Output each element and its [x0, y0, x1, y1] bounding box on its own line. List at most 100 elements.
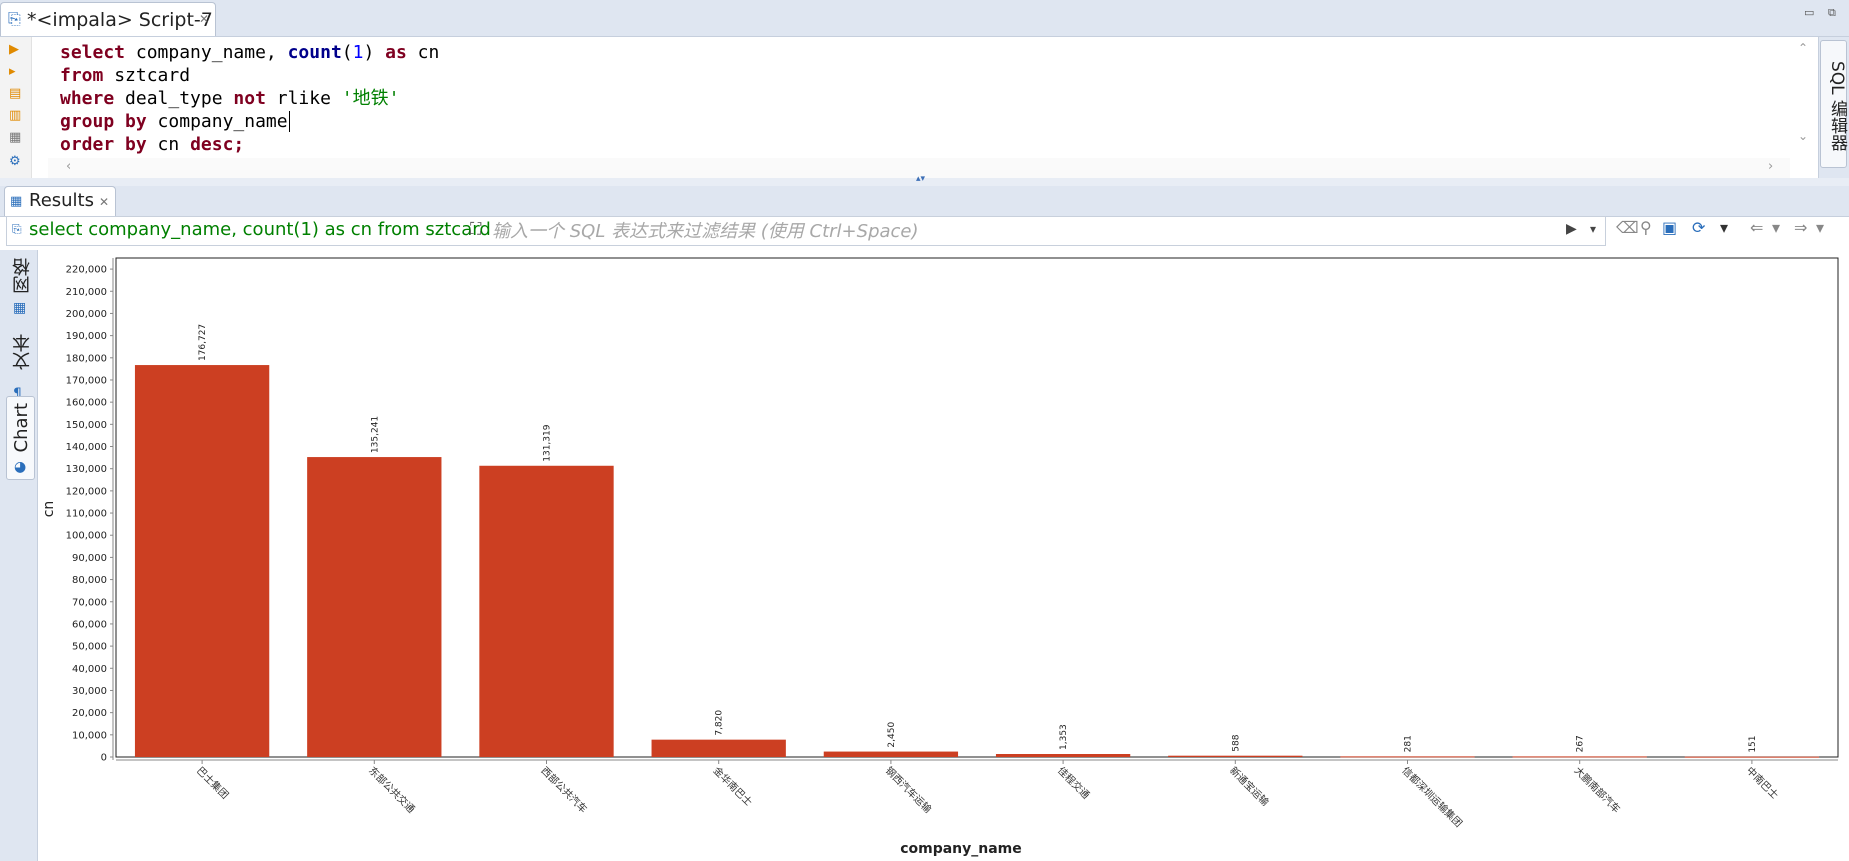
y-tick-label: 100,000 — [66, 531, 107, 542]
bar-value-label: 281 — [1404, 735, 1414, 752]
bar-value-label: 1,353 — [1059, 724, 1069, 750]
back-dropdown-icon[interactable]: ▾ — [1772, 218, 1780, 237]
bar-value-label: 2,450 — [887, 722, 897, 748]
bar-value-label: 7,820 — [715, 710, 725, 736]
y-tick-label: 10,000 — [72, 730, 107, 741]
sql-keyword: select — [60, 42, 126, 63]
back-icon[interactable]: ⇐ — [1750, 218, 1763, 237]
panel-splitter[interactable]: ▴▾ — [0, 174, 1849, 186]
code-line[interactable]: where deal_type not rlike '地铁' — [60, 87, 399, 110]
scroll-right-icon[interactable]: › — [1768, 159, 1773, 174]
clear-filter-icon[interactable]: ⌫ — [1616, 218, 1639, 237]
x-tick-label: 西部公共汽车 — [538, 764, 590, 816]
bar — [651, 739, 786, 757]
y-tick-label: 160,000 — [66, 398, 107, 409]
sql-keyword: from — [60, 65, 104, 86]
refresh-icon[interactable]: ⟳ — [1692, 218, 1705, 237]
x-tick-label: 佳程交通 — [1055, 764, 1092, 801]
apply-filter-icon[interactable]: ▶ — [1566, 221, 1577, 237]
y-tick-label: 20,000 — [72, 708, 107, 719]
scroll-left-icon[interactable]: ‹ — [66, 159, 71, 174]
sql-editor-side-tab[interactable]: SQL 编辑器 — [1820, 40, 1847, 168]
bar — [823, 751, 959, 757]
sql-text: ) — [363, 42, 386, 63]
bar-value-label: 176,727 — [198, 324, 208, 361]
x-tick-label: 巴士集团 — [194, 764, 231, 801]
code-line[interactable]: from sztcard — [60, 64, 190, 87]
sql-keyword: count — [287, 42, 342, 63]
save-filter-icon[interactable]: ▣ — [1662, 218, 1677, 237]
sql-string: '地铁' — [341, 88, 400, 109]
y-tick-label: 220,000 — [66, 265, 107, 276]
sql-text: company_name — [146, 111, 288, 132]
refresh-dropdown-icon[interactable]: ▾ — [1720, 218, 1728, 237]
explain-plan-icon[interactable]: ▦ — [9, 130, 21, 145]
code-line[interactable]: order by cn desc; — [60, 133, 244, 156]
results-tab-strip — [0, 186, 1849, 217]
tab-grid-view[interactable]: 网格 ▦ — [6, 254, 35, 326]
execute-script-new-tab-icon[interactable]: ▥ — [9, 108, 21, 123]
x-tick-label: 信都深圳运输集团 — [1399, 764, 1465, 830]
bar — [479, 465, 614, 757]
splitter-arrows-icon[interactable]: ▴▾ — [916, 174, 925, 184]
bar — [1684, 756, 1820, 758]
y-tick-label: 0 — [101, 753, 107, 764]
code-line[interactable]: group by company_name​ — [60, 110, 290, 133]
settings-gear-icon[interactable]: ⚙ — [9, 154, 21, 169]
restore-icon[interactable]: ⧉ — [1828, 6, 1836, 20]
expand-query-icon[interactable]: ⛶ — [470, 219, 481, 239]
sql-keyword: group — [60, 111, 115, 132]
pie-chart-icon: ◕ — [14, 459, 27, 475]
grid-icon: ▦ — [13, 300, 27, 316]
editor-vertical-scrollbar[interactable]: ⌃ ⌄ — [1790, 37, 1818, 177]
active-query-text[interactable]: select company_name, count(1) as cn from… — [29, 219, 491, 240]
y-tick-label: 150,000 — [66, 420, 107, 431]
bar-value-label: 151 — [1748, 735, 1758, 752]
bar — [1340, 756, 1475, 758]
sql-code-editor[interactable]: select company_name, count(1) as cn from … — [48, 37, 1790, 177]
tab-script-label: *<impala> Script-7 — [27, 9, 213, 31]
forward-dropdown-icon[interactable]: ▾ — [1816, 218, 1824, 237]
execute-script-icon[interactable]: ▤ — [9, 86, 21, 101]
sql-text: cn — [406, 42, 440, 63]
y-tick-label: 180,000 — [66, 353, 107, 364]
sql-text: cn — [146, 134, 191, 155]
bar-value-label: 588 — [1231, 734, 1241, 751]
y-tick-label: 90,000 — [72, 553, 107, 564]
bar — [134, 365, 270, 757]
sql-keyword: where — [60, 88, 115, 109]
minimize-icon[interactable]: ▭ — [1804, 6, 1814, 19]
x-tick-label: 中南巴士 — [1744, 764, 1781, 801]
y-axis-title: cn — [41, 501, 57, 518]
execute-statement-new-tab-icon[interactable]: ▸ — [9, 64, 16, 79]
forward-icon[interactable]: ⇒ — [1794, 218, 1807, 237]
y-tick-label: 170,000 — [66, 375, 107, 386]
script-icon: ⎘ — [8, 9, 21, 28]
filter-settings-icon[interactable]: ⚲ — [1640, 218, 1652, 237]
filter-history-dropdown-icon[interactable]: ▾ — [1590, 222, 1596, 236]
tab-results[interactable]: ▦ Results ✕ — [4, 186, 116, 216]
bar-chart: 0 10,000 20,000 30,000 40,000 50,000 60,000 70,… — [38, 252, 1849, 861]
chart-canvas: 0 10,000 20,000 30,000 40,000 50,000 60,000 70,… — [41, 257, 1839, 857]
tab-script-7[interactable]: ⎘ *<impala> Script-7 ✕ — [0, 2, 216, 36]
sql-keyword: desc; — [190, 134, 245, 155]
bar-value-label: 135,241 — [370, 416, 380, 453]
x-axis-title: company_name — [900, 841, 1022, 857]
code-line[interactable]: select company_name, count(1) as cn — [60, 41, 439, 64]
close-tab-icon[interactable]: ✕ — [199, 12, 209, 26]
sql-text: ( — [341, 42, 353, 63]
editor-toolbar: ▶ ▸ ▤ ▥ ▦ ⚙ — [0, 37, 32, 178]
scroll-down-icon[interactable]: ⌄ — [1798, 129, 1808, 143]
editor-tab-strip — [0, 0, 1849, 37]
sql-number: 1 — [352, 42, 364, 63]
close-results-icon[interactable]: ✕ — [99, 195, 109, 209]
sql-keyword: order — [60, 134, 115, 155]
text-view-label: 文本 — [12, 334, 33, 370]
scroll-up-icon[interactable]: ⌃ — [1798, 41, 1808, 55]
tab-chart-view[interactable]: Chart ◕ — [6, 396, 35, 480]
bar — [1512, 756, 1647, 758]
y-tick-label: 210,000 — [66, 287, 107, 298]
execute-statement-icon[interactable]: ▶ — [9, 42, 19, 57]
filter-input[interactable] — [492, 219, 1552, 243]
x-tick-label: 新通宝运输 — [1227, 764, 1272, 809]
